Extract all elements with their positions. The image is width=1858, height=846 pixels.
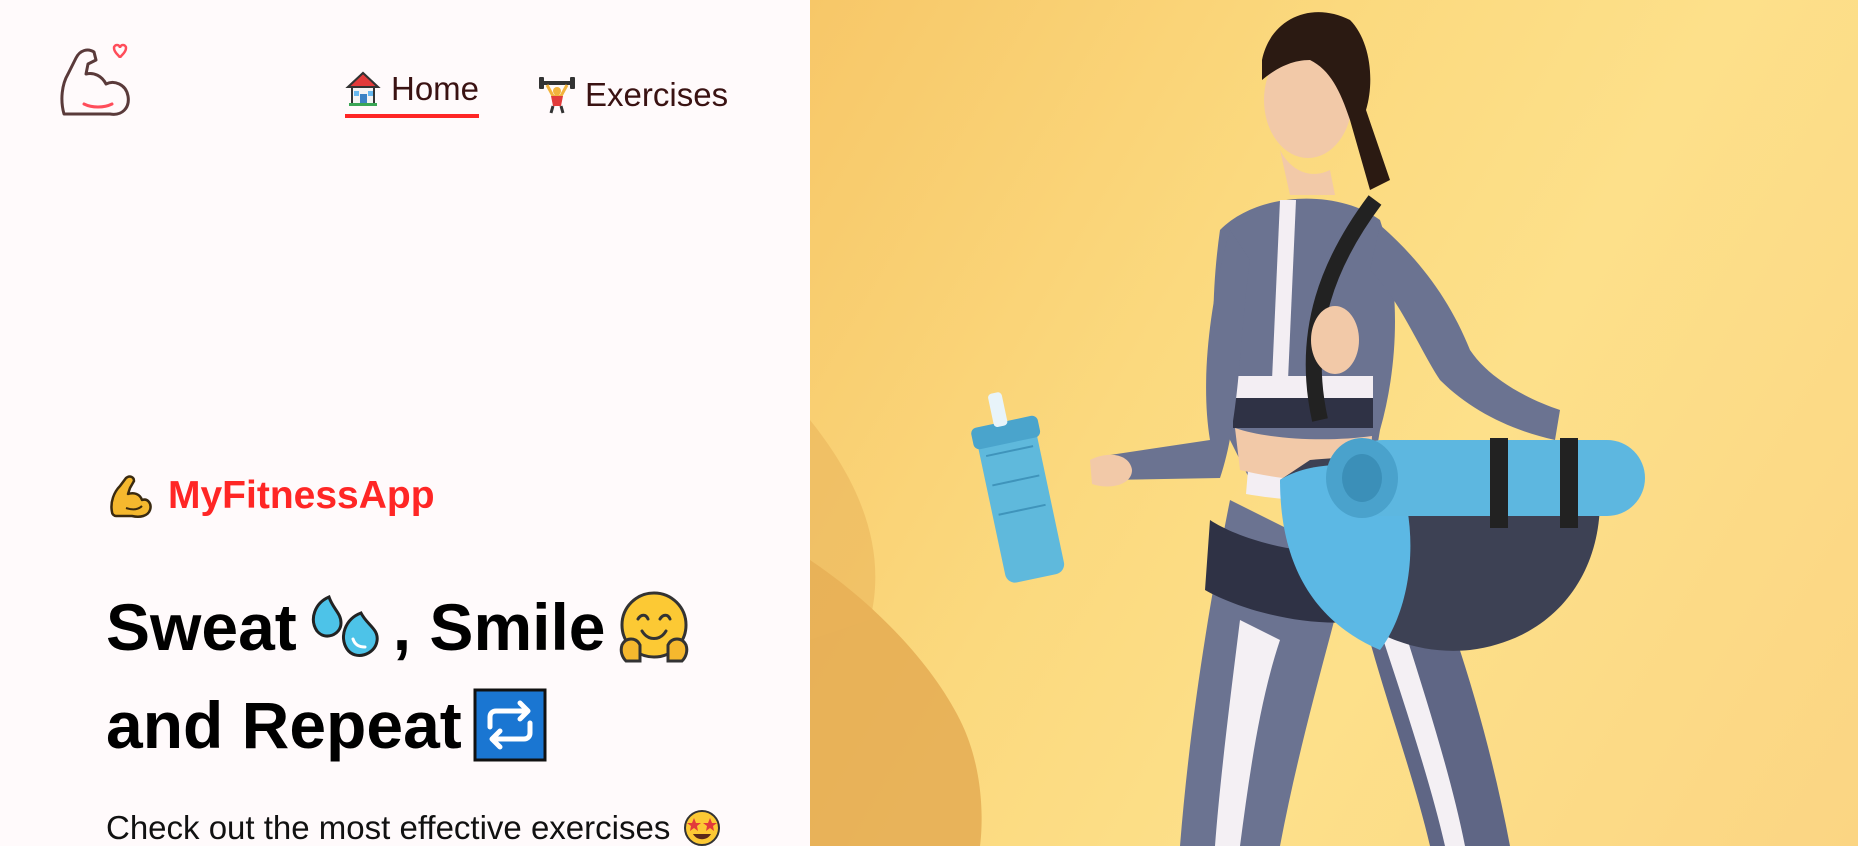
page: Home Exercises MyFitnessApp Sweat , Smil… xyxy=(0,0,1858,846)
sweat-droplets-icon xyxy=(311,594,379,657)
woman-with-gym-bag-and-shaker-photo xyxy=(810,12,1645,846)
main-nav: Home Exercises xyxy=(345,70,728,120)
star-struck-icon xyxy=(684,810,721,846)
left-panel: Home Exercises MyFitnessApp Sweat , Smil… xyxy=(0,0,810,846)
subtext-label: Check out the most effective exercises xyxy=(106,809,671,846)
weightlifter-icon xyxy=(539,77,576,114)
flexed-arm-heart-icon xyxy=(60,43,130,116)
headline-repeat: and Repeat xyxy=(106,688,462,762)
repeat-icon xyxy=(473,688,547,762)
hero-subtext: Check out the most effective exercises xyxy=(106,808,722,846)
logo[interactable] xyxy=(58,40,134,120)
flexed-biceps-icon xyxy=(110,475,152,518)
nav-exercises-link[interactable]: Exercises xyxy=(539,76,728,120)
brand-name: MyFitnessApp xyxy=(168,474,435,517)
nav-home-link[interactable]: Home xyxy=(345,70,480,118)
nav-home-label: Home xyxy=(391,70,480,107)
house-icon xyxy=(345,71,381,106)
brand-row: MyFitnessApp xyxy=(106,472,435,520)
hero-headline: Sweat , Smile and Repeat xyxy=(106,578,806,774)
headline-line-1: Sweat , Smile xyxy=(106,578,806,676)
headline-smile: , Smile xyxy=(392,590,606,664)
headline-sweat: Sweat xyxy=(106,590,297,664)
hero-banner-image xyxy=(810,0,1858,846)
headline-line-2: and Repeat xyxy=(106,676,806,774)
nav-exercises-label: Exercises xyxy=(585,76,729,113)
hugging-face-icon xyxy=(619,591,688,663)
